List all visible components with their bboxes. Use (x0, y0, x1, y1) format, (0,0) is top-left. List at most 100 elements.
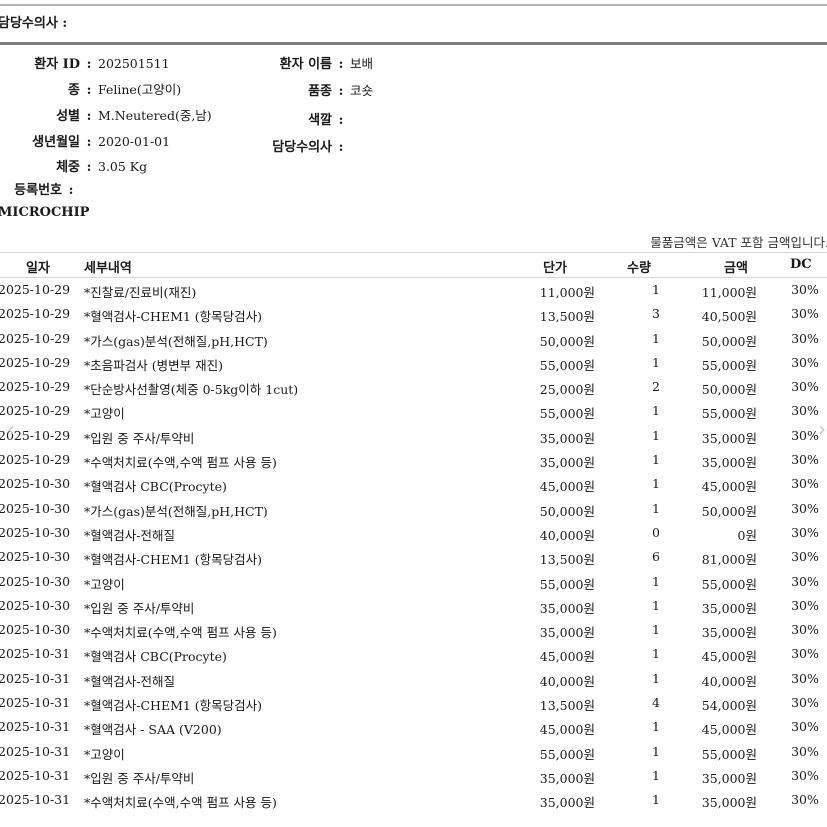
row-date: 2025-10-29 (0, 452, 71, 468)
row-unit-price: 40,000원 (539, 673, 595, 689)
row-description: *혈액검사 CBC(Procyte) (84, 649, 227, 665)
row-date: 2025-10-29 (0, 330, 71, 346)
row-discount: 30% (791, 743, 819, 759)
header-date: 일자 (26, 261, 50, 276)
microchip-row: MICROCHIP: (0, 205, 90, 220)
row-quantity: 1 (652, 427, 660, 443)
birth-row: 생년월일:2020-01-01 (0, 131, 170, 150)
row-date: 2025-10-29 (0, 354, 71, 370)
row-date: 2025-10-31 (0, 792, 71, 808)
row-discount: 30% (791, 379, 819, 395)
species-value: Feline(고양이) (98, 82, 182, 97)
row-discount: 30% (791, 767, 819, 783)
row-amount: 55,000원 (701, 746, 757, 762)
sex-row: 성별: M.Neutered(중,남) (0, 105, 212, 124)
row-discount: 30% (791, 573, 819, 589)
row-quantity: 1 (652, 282, 660, 297)
table-header: 일자 세부내역 단가 수량 금액 DC (0, 252, 827, 278)
chevron-right-icon[interactable]: › (813, 416, 827, 442)
table-row: 2025-10-29 *입원 중 주사/투약비 35,000원 1 35,000원 30% (0, 424, 827, 448)
row-unit-price: 45,000원 (539, 722, 595, 738)
row-discount: 30% (791, 549, 819, 565)
weight-row: 체중:3.05 Kg (0, 156, 147, 175)
row-quantity: 3 (652, 306, 660, 322)
row-discount: 30% (791, 476, 819, 492)
row-date: 2025-10-31 (0, 767, 71, 783)
breed-row: 품종: 코숏 (250, 80, 373, 99)
row-quantity: 2 (652, 379, 660, 395)
table-row: 2025-10-31 *수액처치료(수액,수액 펌프 사용 등) 35,000원 1 3… (0, 788, 827, 812)
row-unit-price: 13,500원 (539, 552, 595, 568)
patient-id-label: 환자 ID (34, 57, 80, 72)
row-description: *진찰료/진료비(재진) (84, 285, 197, 300)
row-unit-price: 35,000원 (539, 455, 595, 471)
row-amount: 45,000원 (701, 722, 757, 738)
row-quantity: 1 (652, 500, 660, 516)
row-unit-price: 50,000원 (539, 503, 595, 519)
row-date: 2025-10-31 (0, 670, 71, 686)
row-description: *혈액검사-CHEM1 (항목당검사) (84, 698, 263, 714)
header-discount: DC (790, 257, 812, 272)
registration-row: 등록번호: (0, 179, 80, 198)
microchip-label: MICROCHIP (0, 205, 90, 220)
table-row: 2025-10-30 *입원 중 주사/투약비 35,000원 1 35,000원 30% (0, 594, 827, 618)
attending-vet-header: 담당수의사 : (0, 16, 68, 31)
row-quantity: 1 (652, 767, 660, 783)
table-row: 2025-10-31 *혈액검사-CHEM1 (항목당검사) 13,500원 4 54,… (0, 691, 827, 715)
row-discount: 30% (791, 282, 819, 297)
row-date: 2025-10-30 (0, 500, 71, 516)
table-row: 2025-10-31 *혈액검사-전해질 40,000원 1 40,000원 30% (0, 667, 827, 691)
row-description: *입원 중 주사/투약비 (84, 430, 195, 446)
table-row: 2025-10-30 *혈액검사 CBC(Procyte) 45,000원 1 45,0… (0, 472, 827, 496)
table-row: 2025-10-30 *혈액검사-전해질 40,000원 0 0원 30% (0, 521, 827, 545)
row-description: *수액처치료(수액,수액 펌프 사용 등) (84, 455, 277, 471)
row-date: 2025-10-30 (0, 476, 71, 492)
row-unit-price: 45,000원 (539, 479, 595, 495)
header-quantity: 수량 (627, 261, 651, 276)
row-amount: 35,000원 (701, 625, 757, 641)
row-amount: 45,000원 (701, 649, 757, 665)
row-description: *고양이 (84, 406, 125, 422)
row-quantity: 1 (652, 719, 660, 735)
row-description: *입원 중 주사/투약비 (84, 600, 195, 616)
patient-id-value: 202501511 (98, 56, 170, 71)
breed-value: 코숏 (350, 83, 374, 98)
row-amount: 50,000원 (701, 333, 757, 349)
row-date: 2025-10-30 (0, 597, 71, 613)
table-row: 2025-10-31 *입원 중 주사/투약비 35,000원 1 35,000원 30% (0, 764, 827, 788)
row-amount: 40,000원 (701, 673, 757, 689)
chevron-left-icon[interactable]: ‹ (2, 416, 20, 442)
row-date: 2025-10-31 (0, 646, 71, 662)
row-unit-price: 55,000원 (539, 406, 595, 422)
row-quantity: 6 (652, 549, 660, 565)
row-quantity: 1 (652, 646, 660, 662)
breed-label: 품종 (308, 84, 332, 99)
row-amount: 50,000원 (701, 382, 757, 398)
row-unit-price: 35,000원 (539, 770, 595, 786)
row-discount: 30% (791, 792, 819, 808)
row-description: *수액처치료(수액,수액 펌프 사용 등) (84, 795, 277, 811)
sex-label: 성별 (56, 109, 80, 124)
row-discount: 30% (791, 524, 819, 540)
row-date: 2025-10-31 (0, 743, 71, 759)
table-row: 2025-10-29 *혈액검사-CHEM1 (항목당검사) 13,500원 3 40,… (0, 302, 827, 326)
row-discount: 30% (791, 306, 819, 322)
row-date: 2025-10-31 (0, 695, 71, 711)
row-quantity: 1 (652, 792, 660, 808)
patient-name-value: 보배 (350, 56, 374, 71)
row-description: *혈액검사-전해질 (84, 527, 175, 543)
table-row: 2025-10-29 *수액처치료(수액,수액 펌프 사용 등) 35,000원 1 3… (0, 448, 827, 472)
row-discount: 30% (791, 695, 819, 711)
row-quantity: 1 (652, 452, 660, 468)
row-quantity: 1 (652, 573, 660, 589)
row-description: *혈액검사-전해질 (84, 673, 175, 689)
row-quantity: 0 (652, 524, 660, 540)
billing-table: 일자 세부내역 단가 수량 금액 DC 2025-10-29 *진찰료/진료비(재… (0, 252, 827, 813)
row-amount: 11,000원 (701, 285, 757, 300)
row-description: *혈액검사-CHEM1 (항목당검사) (84, 309, 263, 325)
row-unit-price: 35,000원 (539, 625, 595, 641)
sex-value: M.Neutered(중,남) (98, 108, 212, 123)
row-description: *고양이 (84, 576, 125, 592)
row-description: *단순방사선촬영(체중 0-5kg이하 1cut) (84, 382, 299, 398)
row-amount: 55,000원 (701, 576, 757, 592)
